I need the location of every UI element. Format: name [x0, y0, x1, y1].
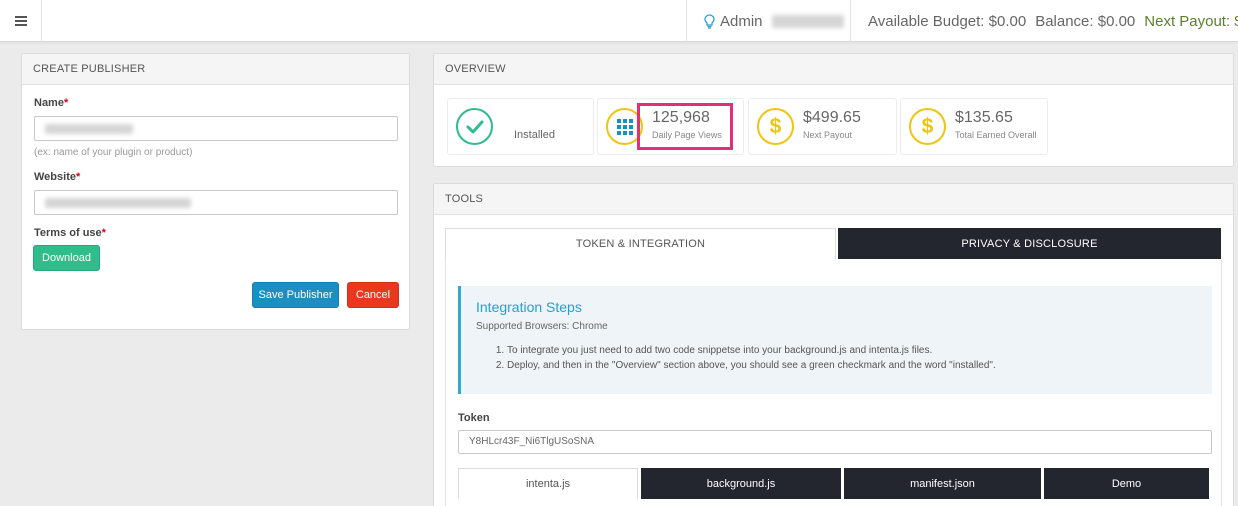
panel-title: TOOLS — [434, 184, 1233, 215]
callout-title: Integration Steps — [476, 299, 582, 315]
token-label: Token — [458, 412, 490, 424]
installed-label: Installed — [514, 129, 555, 141]
name-field[interactable] — [34, 116, 398, 141]
next-payout-value: $499.65 — [803, 109, 861, 126]
lightbulb-icon — [704, 13, 715, 29]
list-item: Deploy, and then in the "Overview" secti… — [507, 358, 996, 373]
admin-name-redacted — [771, 14, 844, 28]
dollar-icon: $ — [909, 108, 946, 145]
admin-menu[interactable]: Admin — [686, 0, 851, 42]
cancel-button[interactable]: Cancel — [347, 282, 399, 308]
check-icon — [456, 108, 493, 145]
balance: Balance: $0.00 — [1035, 12, 1136, 30]
tab-privacy-disclosure[interactable]: PRIVACY & DISCLOSURE — [838, 228, 1221, 259]
terms-label: Terms of use* — [34, 227, 106, 239]
tab-token-integration[interactable]: TOKEN & INTEGRATION — [445, 228, 836, 259]
available-budget: Available Budget: $0.00 — [868, 12, 1027, 30]
callout-subtitle: Supported Browsers: Chrome — [476, 321, 608, 332]
top-bar: Admin Available Budget: $0.00 Balance: $… — [0, 0, 1238, 42]
list-item: To integrate you just need to add two co… — [507, 343, 996, 358]
create-publisher-panel: CREATE PUBLISHER Name* (ex: name of your… — [21, 53, 410, 330]
menu-icon[interactable] — [0, 0, 42, 42]
steps-list: To integrate you just need to add two co… — [507, 343, 996, 373]
total-earned-label: Total Earned Overall — [955, 130, 1037, 140]
name-hint: (ex: name of your plugin or product) — [34, 147, 193, 158]
tab-content: Integration Steps Supported Browsers: Ch… — [445, 259, 1222, 506]
download-button[interactable]: Download — [33, 245, 100, 271]
total-earned-value: $135.65 — [955, 109, 1013, 126]
tools-panel: TOOLS TOKEN & INTEGRATION PRIVACY & DISC… — [433, 183, 1234, 506]
subtab-intenta-js[interactable]: intenta.js — [458, 468, 638, 499]
token-field[interactable]: Y8HLcr43F_Ni6TlgUSoSNA — [458, 430, 1212, 454]
subtab-manifest-json[interactable]: manifest.json — [844, 468, 1041, 499]
subtab-background-js[interactable]: background.js — [641, 468, 841, 499]
stat-installed: Installed — [447, 98, 594, 155]
website-label: Website* — [34, 171, 81, 183]
stat-total-earned: $ $135.65 Total Earned Overall — [900, 98, 1048, 155]
annotation-highlight-box — [637, 103, 733, 150]
next-payout-label: Next Payout — [803, 130, 853, 140]
name-value-redacted — [45, 124, 133, 134]
stat-next-payout: $ $499.65 Next Payout — [748, 98, 897, 155]
admin-label: Admin — [720, 12, 763, 30]
name-label: Name* — [34, 97, 69, 109]
panel-title: OVERVIEW — [434, 54, 1233, 85]
panel-title: CREATE PUBLISHER — [22, 54, 409, 85]
budget-summary: Available Budget: $0.00 Balance: $0.00 N… — [868, 0, 1238, 42]
integration-callout: Integration Steps Supported Browsers: Ch… — [458, 286, 1212, 394]
overview-panel: OVERVIEW Installed 125,968 Daily Page Vi… — [433, 53, 1234, 167]
save-publisher-button[interactable]: Save Publisher — [252, 282, 339, 308]
dollar-icon: $ — [757, 108, 794, 145]
website-field[interactable] — [34, 190, 398, 215]
subtab-demo[interactable]: Demo — [1044, 468, 1209, 499]
next-payout: Next Payout: $499.65 — [1144, 12, 1238, 30]
website-value-redacted — [45, 198, 191, 208]
